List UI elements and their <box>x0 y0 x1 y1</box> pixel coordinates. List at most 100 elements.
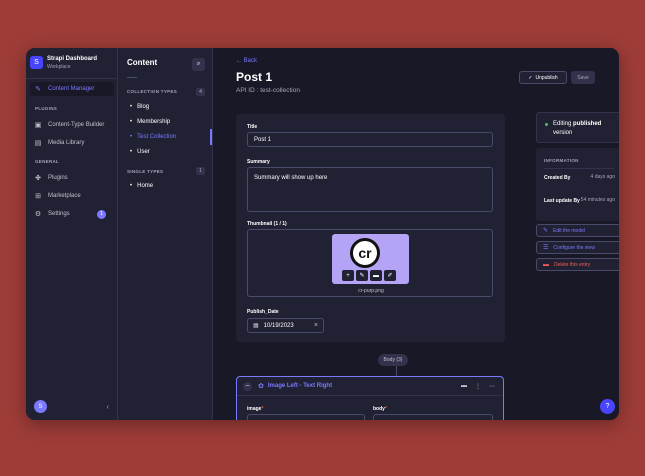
app-window: S Strapi Dashboard Workplace ✎ Content M… <box>26 48 619 420</box>
body-field[interactable] <box>373 414 493 420</box>
arrow-left-icon: ← <box>236 58 242 64</box>
single-types-count: 1 <box>196 167 205 175</box>
subnav-item-membership[interactable]: Membership <box>130 119 170 125</box>
cr-logo: cr <box>350 238 380 268</box>
cart-icon: ⊞ <box>35 193 41 200</box>
question-icon: ? <box>605 403 610 410</box>
back-label: Back <box>243 58 258 64</box>
thumbnail-field: cr + ✎ ▬ ✐ cr-purp.png <box>247 229 493 297</box>
nav-item-media-library[interactable]: ▤ Media Library <box>30 136 114 150</box>
thumbnail-actions: + ✎ ▬ ✐ <box>342 270 396 281</box>
subnav-item-test-collection[interactable]: Test Collection <box>130 134 176 140</box>
body-label: body* <box>373 406 387 412</box>
layout-icon: ☰ <box>543 245 549 251</box>
publish-date-label: Publish_Date <box>247 309 279 315</box>
nav-item-label: Marketplace <box>48 193 81 199</box>
nav-item-plugins[interactable]: ✤ Plugins <box>30 171 114 185</box>
image-field[interactable] <box>247 414 365 420</box>
subnav-item-home[interactable]: Home <box>130 183 153 189</box>
created-by-label: Created By <box>544 175 571 181</box>
information-panel: INFORMATION Created By 4 days ago Last u… <box>536 148 619 221</box>
publish-date-input[interactable]: ▦ 10/19/2023 × <box>247 318 324 333</box>
back-link[interactable]: ← Back <box>236 58 257 64</box>
collapse-icon[interactable]: – <box>243 381 252 391</box>
summary-textarea[interactable]: Summary will show up here <box>247 167 493 212</box>
nav-section-plugins: PLUGINS <box>35 106 58 111</box>
help-button[interactable]: ? <box>600 399 615 414</box>
image-label: image* <box>247 406 264 412</box>
collection-types-heading: COLLECTION TYPES <box>127 89 178 94</box>
pencil-icon[interactable]: ✎ <box>356 270 368 281</box>
avatar[interactable]: S <box>34 400 47 413</box>
divider <box>26 78 118 79</box>
calendar-icon: ▦ <box>253 323 259 329</box>
component-title: Image Left - Text Right <box>267 383 333 389</box>
configure-view-button[interactable]: ☰ Configure the view <box>536 241 619 254</box>
nav-item-label: Plugins <box>48 175 68 181</box>
nav-item-content-manager[interactable]: ✎ Content Manager <box>30 82 114 96</box>
pencil-icon: ✎ <box>543 228 549 234</box>
save-button[interactable]: Save <box>571 71 595 84</box>
search-icon: ⌕ <box>196 61 201 67</box>
title-input[interactable]: Post 1 <box>247 132 493 147</box>
edit-model-button[interactable]: ✎ Edit the model <box>536 224 619 237</box>
puzzle-icon: ✤ <box>35 175 41 182</box>
unpublish-button[interactable]: ✓ Unpublish <box>519 71 567 84</box>
feather-icon: ✎ <box>35 86 41 93</box>
editing-status: Editing published version <box>536 112 619 143</box>
summary-label: Summary <box>247 159 270 165</box>
search-button[interactable]: ⌕ <box>192 58 205 71</box>
nav-item-label: Content Manager <box>48 86 95 92</box>
brand-title: Strapi Dashboard <box>47 56 98 62</box>
status-dot <box>545 123 548 126</box>
add-icon[interactable]: + <box>342 270 354 281</box>
divider <box>544 168 614 169</box>
clear-icon[interactable]: × <box>314 322 318 329</box>
main-content: ← Back Post 1 API ID : test-collection ✓… <box>213 48 619 420</box>
edit-icon[interactable]: ✐ <box>384 270 396 281</box>
content-subnav: Content ⌕ COLLECTION TYPES 4 Blog Member… <box>118 48 213 420</box>
subnav-item-user[interactable]: User <box>130 149 150 155</box>
thumbnail-label: Thumbnail (1 / 1) <box>247 221 287 227</box>
strapi-logo-icon: S <box>30 56 43 69</box>
publish-date-value: 10/19/2023 <box>263 322 294 329</box>
component-image-left-text-right: – ✿ Image Left - Text Right ▬ ⋮ ⋯ image*… <box>236 376 504 420</box>
collapse-nav-icon[interactable]: ‹ <box>107 404 109 411</box>
check-icon: ✓ <box>528 74 533 81</box>
subnav-item-blog[interactable]: Blog <box>130 104 149 110</box>
thumbnail-image[interactable]: cr + ✎ ▬ ✐ <box>332 234 409 284</box>
subnav-title: Content <box>127 58 158 67</box>
drag-icon[interactable]: ⋮ <box>475 383 481 390</box>
nav-section-general: GENERAL <box>35 159 60 164</box>
api-id: API ID : test-collection <box>236 87 300 94</box>
nav-item-marketplace[interactable]: ⊞ Marketplace <box>30 189 114 203</box>
information-heading: INFORMATION <box>544 158 579 163</box>
title-label: Title <box>247 124 258 130</box>
trash-icon[interactable]: ▬ <box>370 270 382 281</box>
more-icon[interactable]: ⋯ <box>489 383 495 390</box>
gear-icon: ⚙ <box>34 211 42 218</box>
last-update-label: Last update By <box>544 198 580 204</box>
image-icon: ▤ <box>34 140 42 147</box>
nav-item-label: Media Library <box>48 140 85 146</box>
divider <box>127 77 137 78</box>
brand-subtitle: Workplace <box>47 64 71 70</box>
delete-entry-button[interactable]: ▬ Delete this entry <box>536 258 619 271</box>
dynamic-zone-pill[interactable]: Body (3) <box>378 354 408 366</box>
component-icon: ✿ <box>258 383 264 390</box>
brand[interactable]: S Strapi Dashboard Workplace <box>30 54 114 74</box>
page-title: Post 1 <box>236 70 273 84</box>
settings-badge: 1 <box>97 209 106 219</box>
nav-item-settings[interactable]: ⚙ Settings 1 <box>30 207 114 221</box>
main-nav: S Strapi Dashboard Workplace ✎ Content M… <box>26 48 118 420</box>
unpublish-label: Unpublish <box>535 74 558 81</box>
connector-line <box>396 366 397 376</box>
active-indicator <box>210 129 212 145</box>
nav-item-label: Settings <box>48 211 70 217</box>
trash-icon[interactable]: ▬ <box>461 383 467 390</box>
last-update-value: 54 minutes ago <box>580 197 615 203</box>
component-header[interactable]: – ✿ Image Left - Text Right ▬ ⋮ ⋯ <box>237 377 503 396</box>
component-actions: ▬ ⋮ ⋯ <box>461 383 495 390</box>
nav-item-content-type-builder[interactable]: ▣ Content-Type Builder <box>30 118 114 132</box>
entry-form-card: Title Post 1 Summary Summary will show u… <box>236 114 505 342</box>
